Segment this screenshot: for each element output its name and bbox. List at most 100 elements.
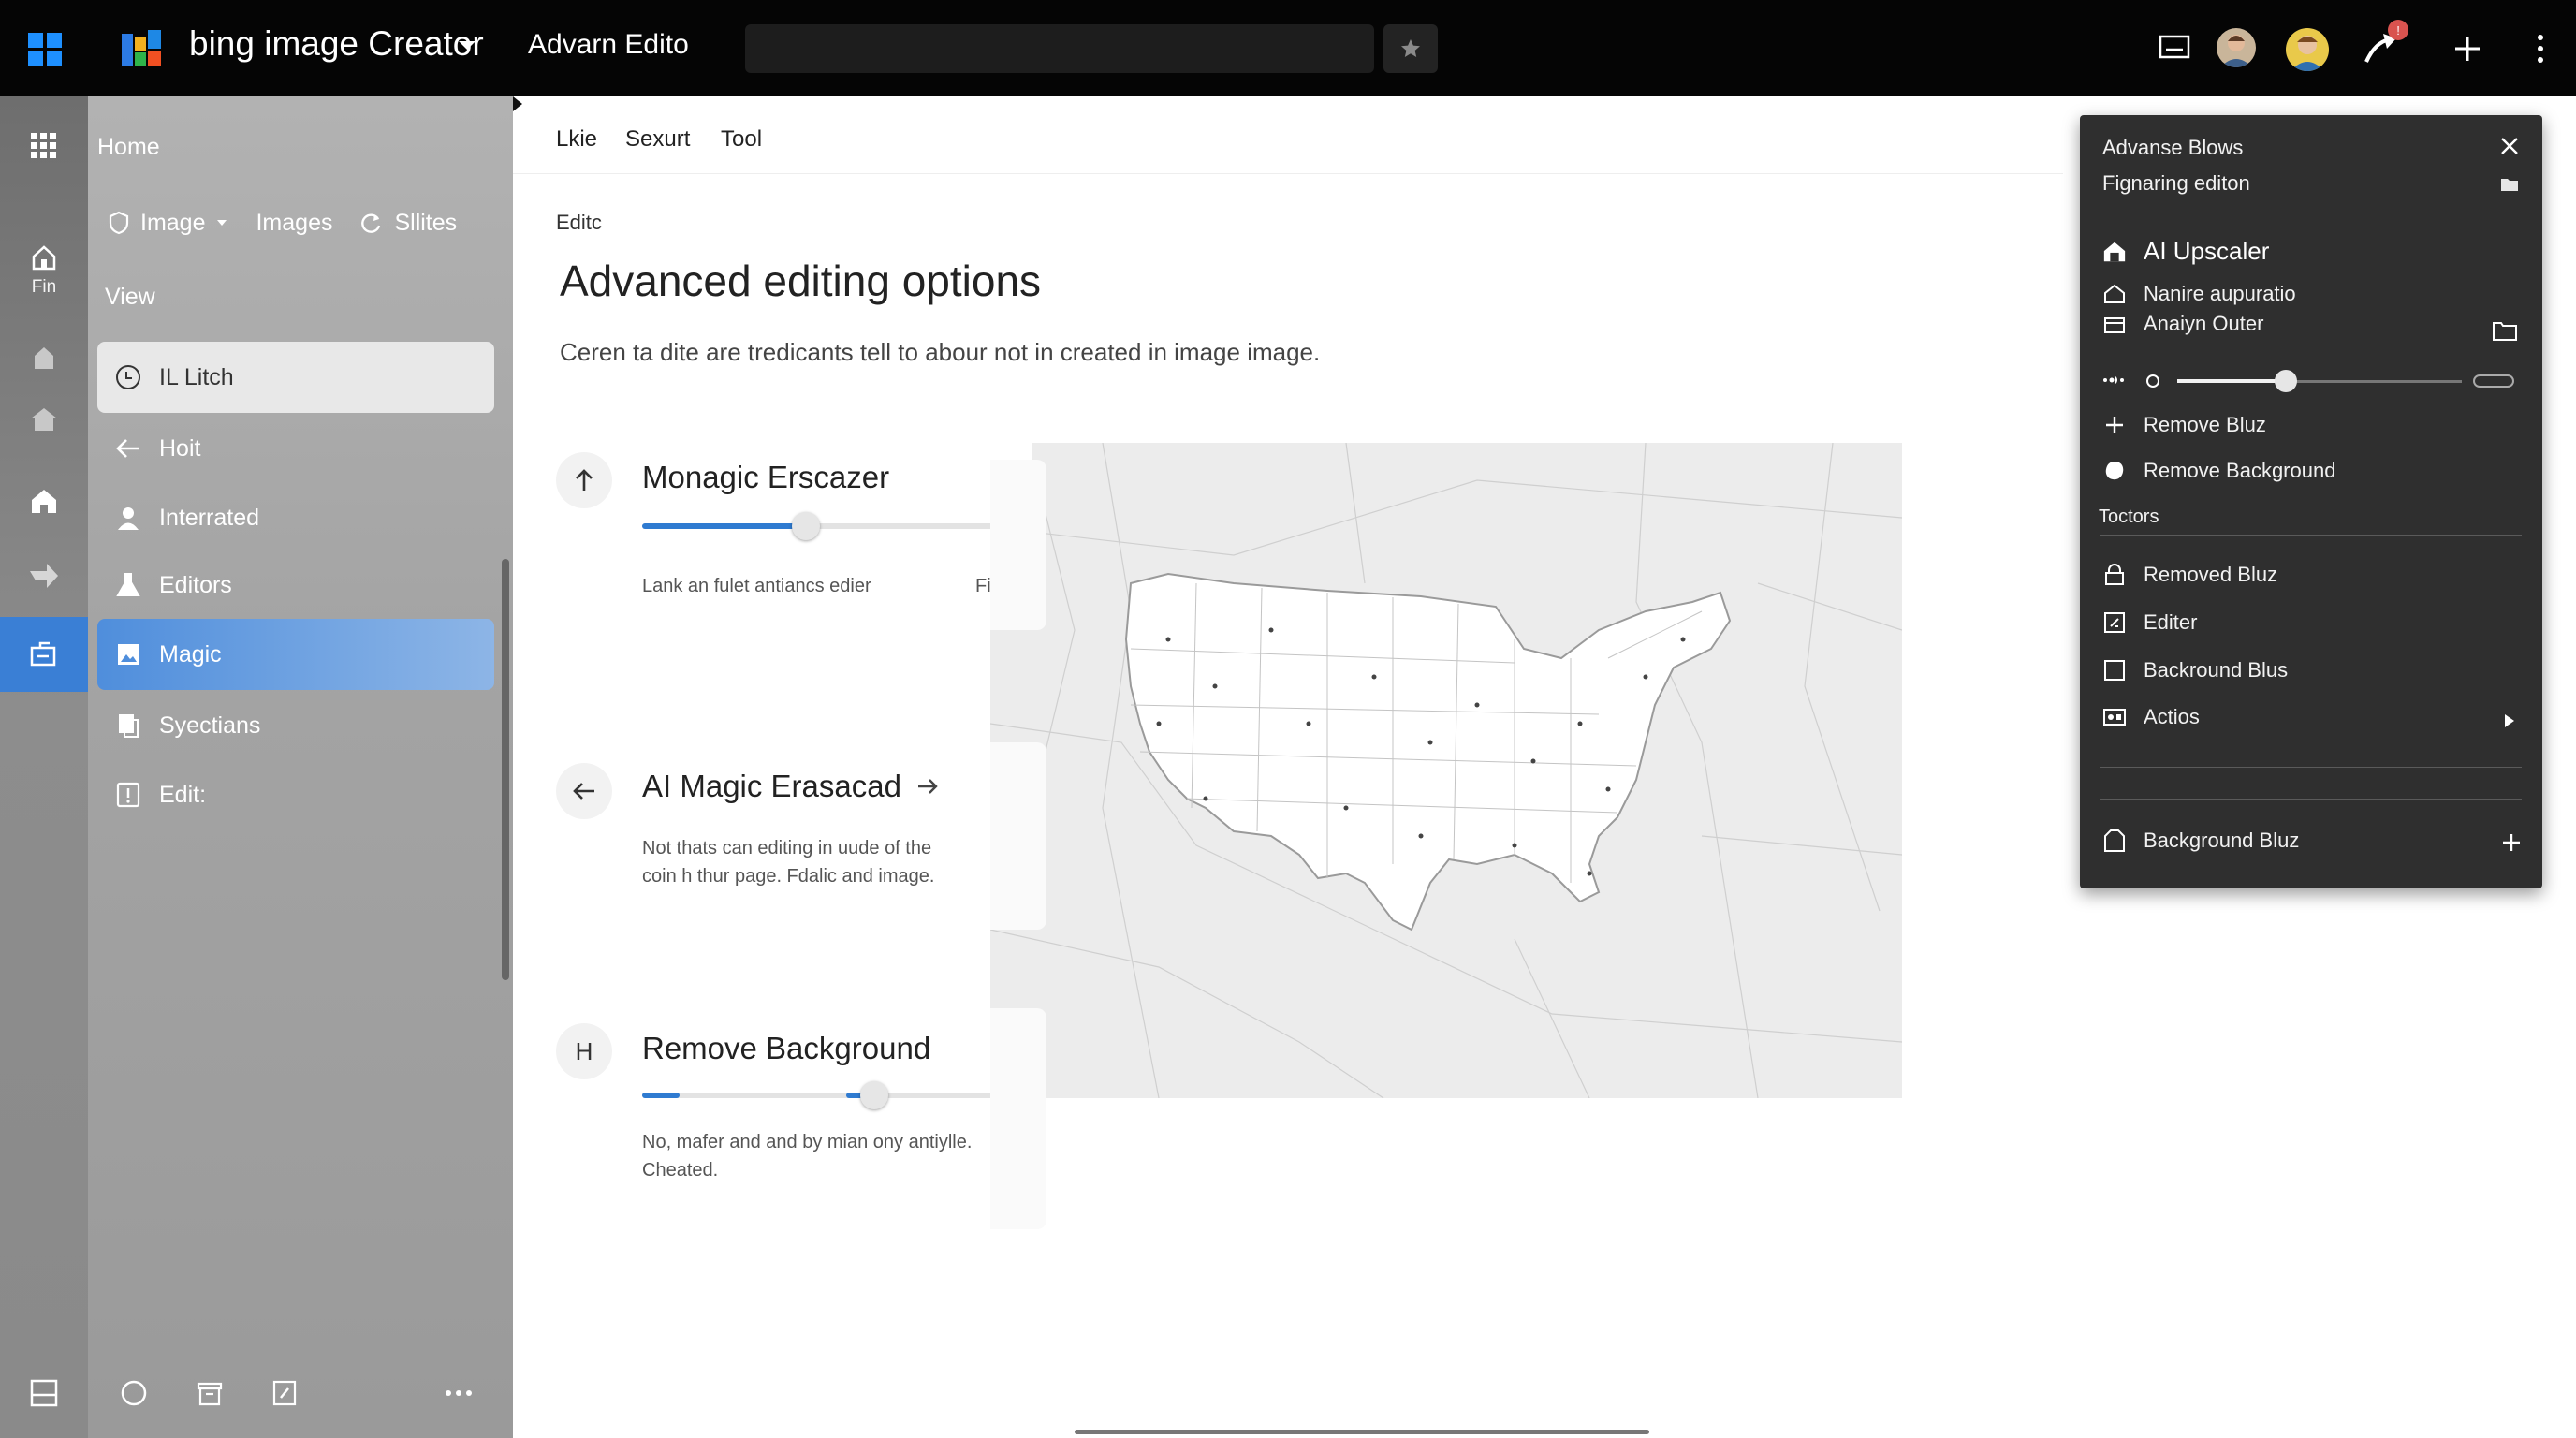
tool-card-remove-background[interactable]: H Remove Background No, mafer and and by… [556, 1014, 1032, 1220]
menu-item-sexurt[interactable]: Sexurt [625, 126, 690, 153]
edit-frame-icon [2102, 610, 2127, 635]
page-description: Ceren ta dite are tredicants tell to abo… [560, 338, 1321, 366]
more-horizontal-icon[interactable] [444, 1388, 474, 1398]
arrow-right-icon[interactable] [916, 777, 939, 796]
breadcrumb[interactable]: Editc [556, 211, 602, 235]
home-icon [32, 245, 56, 271]
tab-sllites[interactable]: Sllites [359, 210, 457, 237]
search-input[interactable] [745, 24, 1374, 73]
avatar[interactable] [2217, 28, 2256, 67]
circle-outline-icon [2145, 374, 2160, 389]
card-2-edge [990, 742, 1046, 930]
star-icon [1401, 39, 1420, 57]
menu-bar: Lkie Sexurt Tool [513, 96, 2063, 174]
house-icon[interactable] [0, 396, 88, 443]
menu-item-lkie[interactable]: Lkie [556, 126, 597, 153]
tool-card-monagic-erscazer[interactable]: Monagic Erscazer Lank an fulet antiancs … [556, 443, 1032, 602]
tab-image[interactable]: Image [109, 210, 227, 237]
card-3-edge [990, 1008, 1046, 1229]
card-3-title: Remove Background [642, 1031, 931, 1065]
card-2-description: Not thats can editing in uude of the coi… [642, 838, 935, 887]
card-3-slider-fill-a [642, 1093, 680, 1098]
arrow-up-icon [576, 469, 593, 491]
ai-upscaler-label[interactable]: AI Upscaler [2144, 237, 2269, 266]
card-1-icon-button[interactable] [556, 452, 612, 508]
video-icon [2102, 705, 2127, 729]
person-icon [114, 504, 142, 532]
upscale-slider-thumb[interactable] [2274, 370, 2297, 392]
sidebar-item-editors[interactable]: Editors [97, 550, 494, 621]
page-title: Advanced editing options [560, 257, 1042, 305]
tool-removed-bluz[interactable]: Removed Bluz [2102, 563, 2277, 587]
panel-subtitle: Fignaring editon [2102, 171, 2250, 195]
folder-outline-icon[interactable] [2492, 319, 2518, 342]
checkbox-icon [2102, 658, 2127, 682]
menu-item-tool[interactable]: Tool [721, 126, 762, 153]
archive-icon[interactable] [197, 1379, 223, 1407]
folder-icon[interactable] [2499, 173, 2520, 194]
sidebar-item-interrated[interactable]: Interrated [97, 482, 494, 553]
card-1-slider-fill [642, 523, 806, 529]
favorite-button[interactable] [1383, 24, 1438, 73]
lock-icon [2102, 563, 2127, 587]
app-title[interactable]: bing image Creator [189, 24, 484, 64]
sidebar-item-hoit[interactable]: Hoit [97, 413, 494, 484]
sidebar-item-il-litch[interactable]: IL Litch [97, 342, 494, 413]
action-remove-background[interactable]: Remove Background [2102, 459, 2335, 483]
upscaler-home-icon [2102, 240, 2127, 264]
tab-images[interactable]: Images [256, 210, 332, 237]
upscale-slider-fill [2177, 379, 2286, 383]
bing-logo-icon[interactable] [120, 28, 165, 69]
edit-box-icon[interactable] [271, 1379, 298, 1407]
rail-home-caption: Fin [31, 277, 57, 297]
circle-icon[interactable] [120, 1379, 148, 1407]
sidebar-item-syectians[interactable]: Syectians [97, 690, 494, 761]
sidebar-item-magic[interactable]: Magic [97, 619, 494, 690]
more-vertical-icon[interactable] [2535, 32, 2546, 66]
bottom-item-background-bluz[interactable]: Background Bluz [2102, 829, 2299, 853]
editor-icon [30, 641, 56, 667]
sidebar-item-edit[interactable]: Edit: [97, 759, 494, 830]
horizontal-scrollbar[interactable] [1075, 1430, 1649, 1434]
section-label-toctors: Toctors [2099, 506, 2159, 527]
toggle-icon[interactable] [2473, 374, 2514, 389]
panel-item-nanire[interactable]: Nanire aupuratio [2102, 282, 2296, 306]
tool-actios[interactable]: Actios [2102, 705, 2200, 729]
avatar[interactable] [2286, 28, 2329, 71]
card-1-slider-thumb[interactable] [791, 512, 820, 540]
box-icon [2102, 312, 2127, 336]
chevron-right-icon[interactable] [2503, 712, 2516, 729]
card-2-icon-button[interactable] [556, 763, 612, 819]
panel-item-anaiyn[interactable]: Anaiyn Outer [2102, 312, 2263, 336]
windows-start-icon[interactable] [26, 31, 64, 68]
window-icon[interactable] [2159, 34, 2190, 60]
chevron-down-icon[interactable] [457, 39, 477, 52]
sidebar-tabs: Image Images Sllites [109, 201, 457, 244]
action-remove-bluz[interactable]: Remove Bluz [2102, 413, 2266, 437]
store-icon[interactable] [0, 334, 88, 381]
card-3-slider-thumb[interactable] [860, 1081, 889, 1109]
card-3-slider-track[interactable] [642, 1093, 1005, 1098]
tool-card-ai-magic-erasacad[interactable]: AI Magic Erasacad Not thats can editing … [556, 752, 1032, 920]
home-filled-icon[interactable] [0, 475, 88, 527]
layout-icon[interactable] [0, 1370, 88, 1416]
tool-backround-blus[interactable]: Backround Blus [2102, 658, 2288, 682]
rail-item-home[interactable]: Fin [0, 233, 88, 308]
plus-icon[interactable] [2452, 34, 2482, 64]
brightness-icon [2102, 374, 2125, 387]
panel-divider [2100, 799, 2522, 800]
map-preview[interactable] [990, 443, 1902, 1098]
card-3-icon-button[interactable]: H [556, 1023, 612, 1079]
top-bar: bing image Creator Advarn Edito ! [0, 0, 2576, 96]
sidebar-home-label[interactable]: Home [97, 134, 160, 161]
sidebar-view-label: View [105, 283, 155, 310]
sidebar-scrollbar[interactable] [502, 559, 509, 980]
blob-icon [2102, 459, 2127, 483]
close-icon[interactable] [2499, 136, 2520, 156]
rail-item-magic[interactable] [0, 617, 88, 692]
add-icon[interactable] [2501, 832, 2522, 853]
document-title[interactable]: Advarn Edito [528, 29, 689, 61]
forward-icon[interactable] [0, 550, 88, 602]
tool-editer[interactable]: Editer [2102, 610, 2197, 635]
app-grid-icon[interactable] [0, 125, 88, 168]
